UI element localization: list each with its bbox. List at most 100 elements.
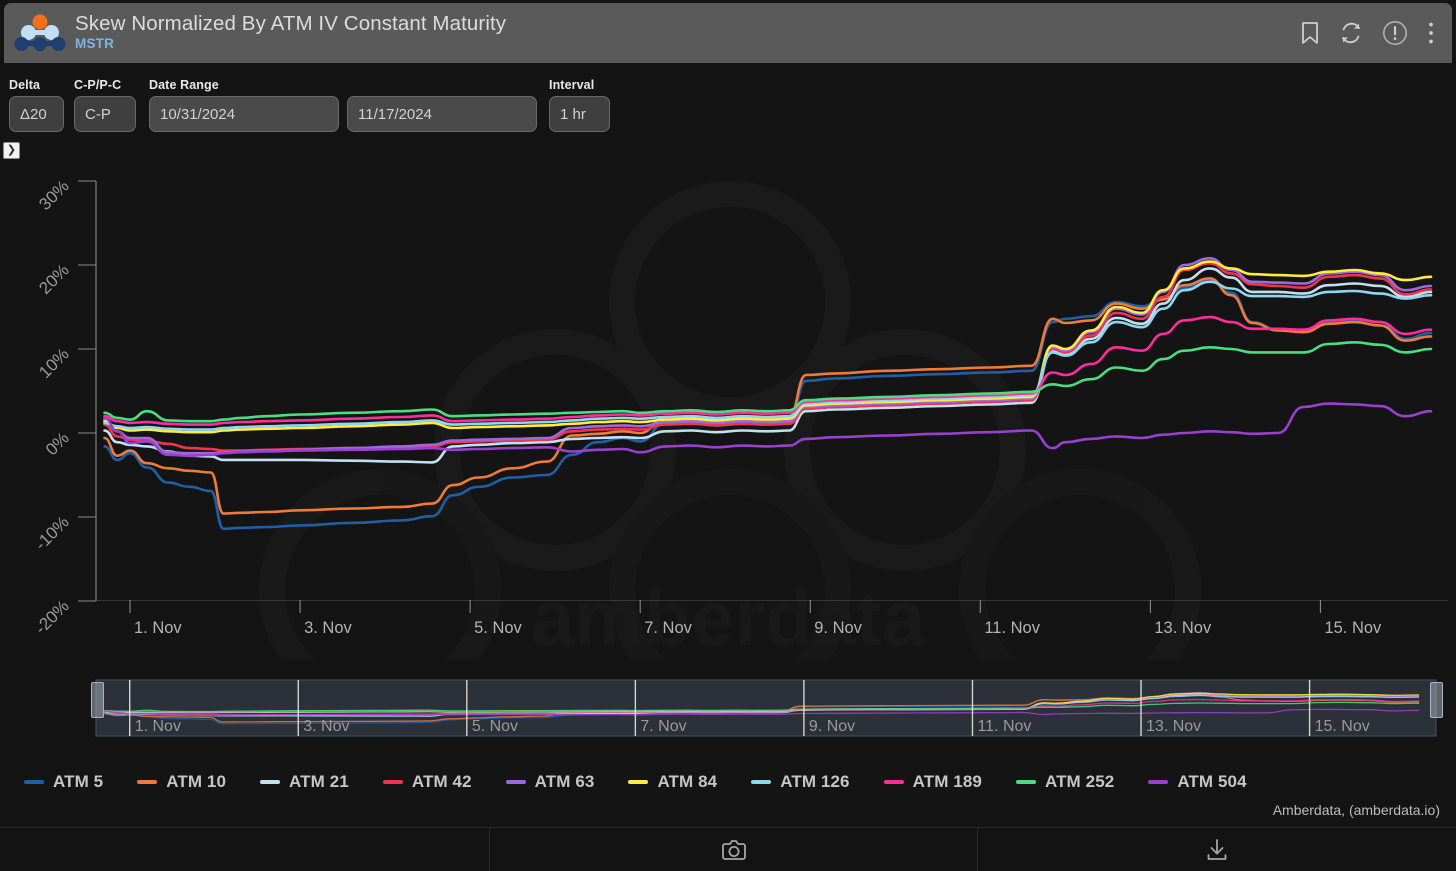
delta-control: Delta Δ20 [9, 78, 64, 132]
navigator-tick-label: 15. Nov [1315, 718, 1370, 735]
app-header: Skew Normalized By ATM IV Constant Matur… [4, 3, 1452, 63]
credit-text: Amberdata, (amberdata.io) [1272, 802, 1440, 818]
series-line-atm-252[interactable] [103, 341, 1433, 423]
legend-swatch [1015, 780, 1036, 784]
x-axis-tick-label: 11. Nov [984, 619, 1040, 637]
page-subtitle-ticker: MSTR [75, 36, 115, 51]
legend-swatch [628, 780, 649, 784]
series-line-atm-10[interactable] [103, 277, 1433, 515]
legend-item-atm-126[interactable]: ATM 126 [751, 772, 849, 792]
cp-pc-label: C-P/P-C [74, 78, 122, 92]
legend-item-atm-189[interactable]: ATM 189 [883, 772, 982, 792]
info-alert-icon[interactable] [1382, 20, 1408, 46]
y-axis-tick-label: 20% [35, 260, 72, 297]
legend-swatch [505, 780, 526, 784]
amberdata-molecule-logo [11, 9, 69, 57]
y-axis-tick-label: 0% [42, 428, 73, 459]
legend-swatch [137, 780, 158, 784]
legend-item-atm-504[interactable]: ATM 504 [1148, 772, 1247, 792]
legend-swatch [1148, 780, 1169, 784]
chart-legend: ATM 5 ATM 10 ATM 21 ATM 42 ATM 63 ATM 84 ATM 1… [24, 768, 1434, 796]
page-title: Skew Normalized By ATM IV Constant Matur… [75, 12, 507, 35]
legend-swatch [382, 780, 403, 784]
bottom-toolbar [0, 827, 1456, 871]
interval-select[interactable]: 1 hr [549, 96, 610, 132]
legend-label: ATM 21 [289, 772, 349, 791]
camera-icon[interactable] [721, 838, 747, 862]
range-handle-left[interactable] [91, 682, 104, 718]
refresh-icon[interactable] [1339, 21, 1363, 45]
x-axis-tick-label: 5. Nov [474, 619, 522, 637]
navigator-canvas[interactable]: 1. Nov 3. Nov 5. Nov 7. Nov 9. Nov 11. Nov 13.… [92, 668, 1440, 746]
x-axis-tick-label: 7. Nov [644, 619, 692, 637]
navigator-tick-label: 5. Nov [472, 718, 518, 735]
date-range-control: Date Range 10/31/2024 11/17/2024 [149, 78, 537, 132]
x-axis-tick-label: 1. Nov [134, 619, 182, 637]
series-line-atm-5[interactable] [103, 279, 1433, 531]
chart-series-group [103, 257, 1433, 531]
series-line-atm-126[interactable] [103, 280, 1433, 431]
legend-item-atm-63[interactable]: ATM 63 [505, 772, 595, 792]
cp-pc-control: C-P/P-C C-P [74, 78, 136, 132]
navigator-tick-label: 7. Nov [640, 718, 686, 735]
legend-swatch [751, 780, 772, 784]
chart-x-axis: 1. Nov 3. Nov 5. Nov 7. Nov 9. Nov 11. Nov 13.… [96, 600, 1448, 637]
x-axis-tick-label: 15. Nov [1324, 619, 1382, 637]
header-title-block: Skew Normalized By ATM IV Constant Matur… [75, 12, 1300, 54]
navigator-tick-label: 3. Nov [303, 718, 349, 735]
date-range-label: Date Range [149, 78, 219, 92]
x-axis-tick-label: 9. Nov [814, 619, 862, 637]
navigator-tick-label: 11. Nov [977, 718, 1031, 735]
legend-label: ATM 42 [411, 772, 472, 791]
x-axis-tick-label: 3. Nov [304, 619, 352, 637]
interval-label: Interval [549, 78, 595, 92]
chart-plot-area: amberdata 30% 20% 10% 0% -10% -20% [0, 160, 1456, 660]
legend-item-atm-10[interactable]: ATM 10 [137, 772, 226, 792]
download-button[interactable] [978, 828, 1456, 871]
chart-canvas[interactable]: 30%20%10%0%-10%-20% [0, 160, 1456, 660]
legend-label: ATM 5 [53, 772, 104, 791]
chart-application: Skew Normalized By ATM IV Constant Matur… [0, 0, 1456, 871]
kebab-menu-icon[interactable] [1427, 20, 1435, 46]
range-navigator[interactable]: 1. Nov 3. Nov 5. Nov 7. Nov 9. Nov 11. Nov 13.… [91, 668, 1443, 746]
expand-panel-chevron[interactable]: ❯ [3, 142, 20, 159]
series-line-atm-189[interactable] [103, 315, 1433, 426]
legend-label: ATM 126 [780, 772, 850, 791]
legend-swatch [24, 780, 44, 784]
legend-item-atm-42[interactable]: ATM 42 [382, 772, 472, 792]
download-icon[interactable] [1205, 838, 1229, 862]
cp-pc-select[interactable]: C-P [74, 96, 136, 132]
header-actions [1300, 20, 1435, 46]
legend-swatch [260, 780, 281, 784]
legend-label: ATM 189 [912, 772, 982, 791]
legend-swatch [883, 780, 904, 784]
navigator-tick-label: 1. Nov [135, 718, 181, 735]
legend-label: ATM 252 [1044, 772, 1115, 791]
navigator-tick-label: 13. Nov [1146, 718, 1201, 735]
legend-item-atm-21[interactable]: ATM 21 [260, 772, 349, 792]
legend-label: ATM 84 [657, 772, 718, 791]
bookmark-icon[interactable] [1300, 21, 1320, 45]
legend-label: ATM 63 [534, 772, 595, 791]
range-handle-right[interactable] [1430, 682, 1443, 718]
y-axis-tick-label: 10% [35, 344, 72, 381]
delta-label: Delta [9, 78, 41, 92]
navigator-tick-label: 9. Nov [809, 718, 855, 735]
legend-item-atm-252[interactable]: ATM 252 [1015, 772, 1115, 792]
legend-item-atm-84[interactable]: ATM 84 [628, 772, 717, 792]
series-line-atm-84[interactable] [103, 260, 1433, 434]
y-axis-tick-label: -10% [31, 512, 72, 553]
navigator-selected-range[interactable] [95, 679, 1437, 737]
control-bar: Delta Δ20 C-P/P-C C-P Date Range 10/31/2… [0, 70, 1456, 136]
toolbar-left-cell [0, 828, 489, 871]
legend-label: ATM 10 [166, 772, 227, 791]
screenshot-button[interactable] [489, 828, 978, 871]
date-range-end-input[interactable]: 11/17/2024 [347, 96, 537, 132]
y-axis-tick-label: 30% [35, 176, 72, 213]
legend-label: ATM 504 [1177, 772, 1247, 791]
delta-select[interactable]: Δ20 [9, 96, 64, 132]
x-axis-tick-label: 13. Nov [1154, 619, 1212, 637]
legend-item-atm-5[interactable]: ATM 5 [24, 772, 103, 792]
date-range-start-input[interactable]: 10/31/2024 [149, 96, 339, 132]
interval-control: Interval 1 hr [549, 78, 610, 132]
